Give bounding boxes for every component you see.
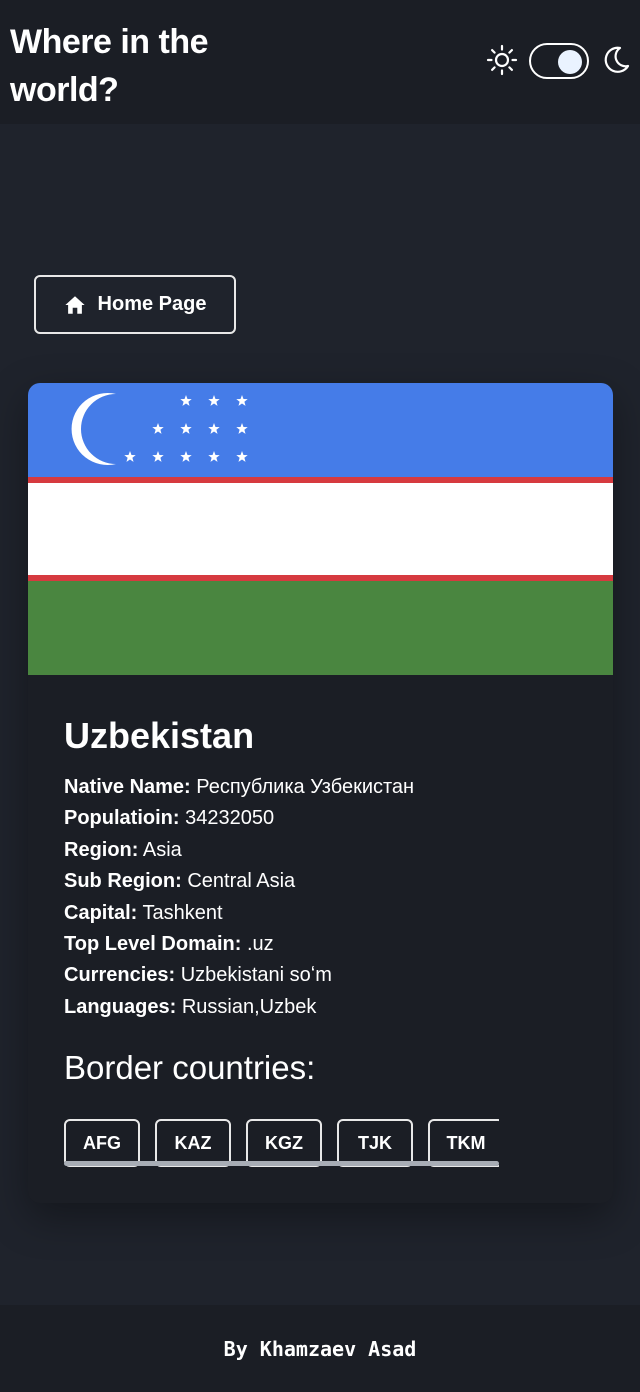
detail-label: Region: — [64, 838, 139, 861]
detail-value: Uzbekistani soʻm — [180, 964, 332, 987]
theme-switch — [486, 42, 632, 79]
country-card: Uzbekistan Native Name: Республика Узбек… — [28, 383, 613, 1203]
border-country-tkm[interactable]: TKM — [428, 1119, 499, 1167]
detail-label: Populatioin: — [64, 807, 180, 830]
detail-label: Native Name: — [64, 776, 191, 798]
detail-languages: Languages: Russian,Uzbek — [64, 992, 584, 1023]
detail-label: Capital: — [64, 901, 138, 924]
detail-label: Sub Region: — [64, 870, 182, 893]
detail-population: Populatioin: 34232050 — [64, 803, 584, 834]
home-icon — [64, 295, 85, 314]
detail-label: Languages: — [64, 995, 177, 1018]
detail-label: Currencies: — [64, 964, 176, 987]
top-header: Where in the world? — [0, 0, 640, 124]
detail-value: 34232050 — [185, 807, 275, 830]
sun-icon — [486, 44, 518, 76]
country-details: Native Name: Республика Узбекистан Popul… — [64, 772, 584, 1023]
border-countries-title: Border countries: — [64, 1049, 316, 1086]
detail-value: Республика Узбекистан — [196, 776, 415, 798]
detail-label: Top Level Domain: — [64, 933, 242, 956]
border-scrollbar[interactable] — [64, 1161, 499, 1166]
app-title: Where in the world? — [10, 23, 209, 109]
theme-toggle[interactable] — [529, 43, 589, 79]
border-country-kaz[interactable]: KAZ — [155, 1119, 231, 1167]
footer: By Khamzaev Asad — [0, 1305, 640, 1392]
detail-region: Region: Asia — [64, 835, 584, 866]
detail-sub-region: Sub Region: Central Asia — [64, 866, 584, 897]
detail-value: Tashkent — [142, 901, 223, 924]
border-country-tjk[interactable]: TJK — [337, 1119, 413, 1167]
border-countries-list[interactable]: AFG KAZ KGZ TJK TKM — [64, 1119, 499, 1167]
detail-top-level-domain: Top Level Domain: .uz — [64, 929, 584, 960]
border-country-kgz[interactable]: KGZ — [246, 1119, 322, 1167]
footer-credit: By Khamzaev Asad — [223, 1336, 417, 1361]
scrollbar-thumb[interactable] — [64, 1161, 499, 1166]
border-countries-track: AFG KAZ KGZ TJK TKM — [64, 1119, 499, 1167]
detail-value: Asia — [142, 838, 182, 861]
toggle-knob — [558, 50, 582, 74]
country-name: Uzbekistan — [64, 715, 255, 756]
home-page-label: Home Page — [97, 293, 207, 315]
detail-currencies: Currencies: Uzbekistani soʻm — [64, 960, 584, 991]
moon-icon — [604, 46, 630, 73]
border-country-afg[interactable]: AFG — [64, 1119, 140, 1167]
detail-capital: Capital: Tashkent — [64, 898, 584, 929]
detail-native-name: Native Name: Республика Узбекистан — [64, 772, 584, 803]
detail-value: Russian,Uzbek — [181, 995, 317, 1018]
detail-value: .uz — [246, 933, 274, 956]
detail-value: Central Asia — [187, 870, 296, 893]
country-flag — [28, 383, 613, 675]
home-page-button[interactable]: Home Page — [34, 275, 236, 334]
